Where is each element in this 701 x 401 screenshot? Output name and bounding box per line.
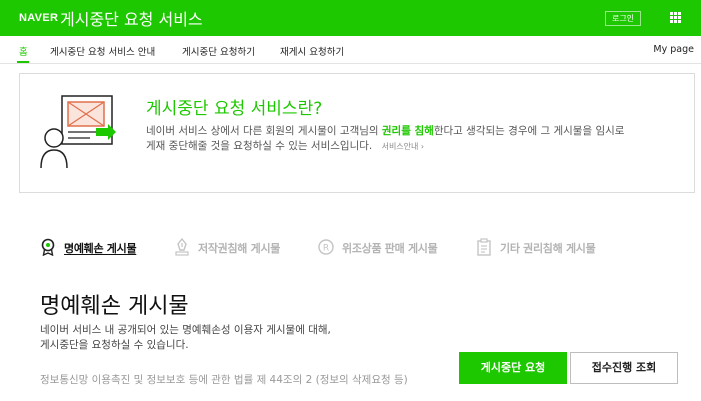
- medal-icon: [41, 238, 55, 256]
- section-desc-line-2: 게시중단을 요청하실 수 있습니다.: [40, 339, 189, 351]
- tab-counterfeit[interactable]: R 위조상품 판매 게시물: [318, 238, 448, 256]
- section-title: 명예훼손 게시물: [40, 294, 189, 319]
- law-reference: 정보통신망 이용촉진 및 정보보호 등에 관한 법률 제 44조의 2 (정보의…: [40, 374, 408, 386]
- tab-label: 명예훼손 게시물: [64, 242, 137, 255]
- login-button[interactable]: 로그인: [605, 11, 641, 26]
- intro-description: 네이버 서비스 상에서 다른 회원의 게시물이 고객님의 권리를 침해한다고 생…: [146, 124, 686, 154]
- nav-active-indicator: [17, 61, 29, 63]
- tab-label: 위조상품 판매 게시물: [342, 242, 438, 255]
- naver-logo[interactable]: NAVER: [19, 12, 58, 24]
- service-guide-link[interactable]: 서비스안내 ›: [382, 142, 425, 151]
- intro-desc-text-1: 네이버 서비스 상에서 다른 회원의 게시물이 고객님의: [146, 125, 382, 137]
- nav-item-home[interactable]: 홈: [19, 44, 28, 58]
- copyright-pen-icon: [175, 238, 189, 256]
- intro-title: 게시중단 요청 서비스란?: [146, 99, 323, 119]
- section-description: 네이버 서비스 내 공개되어 있는 명예훼손성 이용자 게시물에 대해, 게시중…: [40, 323, 440, 353]
- clipboard-icon: [477, 238, 491, 256]
- report-person-illustration: [40, 95, 116, 169]
- tab-copyright[interactable]: 저작권침해 게시물: [174, 238, 294, 256]
- tab-label: 기타 권리침해 게시물: [500, 242, 596, 255]
- intro-box: 게시중단 요청 서비스란? 네이버 서비스 상에서 다른 회원의 게시물이 고객…: [19, 73, 695, 193]
- nav-item-repost-request[interactable]: 재게시 요청하기: [280, 44, 344, 58]
- nav-item-request[interactable]: 게시중단 요청하기: [182, 44, 255, 58]
- grid-icon[interactable]: [670, 12, 681, 23]
- site-title[interactable]: 게시중단 요청 서비스: [60, 6, 203, 30]
- status-inquiry-button[interactable]: 접수진행 조회: [570, 352, 678, 384]
- takedown-request-button[interactable]: 게시중단 요청: [459, 352, 567, 384]
- mypage-link[interactable]: My page: [653, 44, 694, 55]
- top-header: NAVER 게시중단 요청 서비스 로그인: [0, 0, 701, 36]
- intro-desc-text-3: 게재 중단해줄 것을 요청하실 수 있는 서비스입니다.: [146, 140, 373, 152]
- svg-text:R: R: [323, 244, 329, 254]
- registered-mark-icon: R: [318, 239, 334, 255]
- main-nav: 홈 게시중단 요청 서비스 안내 게시중단 요청하기 재게시 요청하기 My p…: [0, 36, 701, 64]
- section-desc-line-1: 네이버 서비스 내 공개되어 있는 명예훼손성 이용자 게시물에 대해,: [40, 324, 331, 336]
- intro-desc-text-2: 한다고 생각되는 경우에 그 게시물을 임시로: [433, 125, 625, 137]
- nav-item-service-guide[interactable]: 게시중단 요청 서비스 안내: [50, 44, 155, 58]
- intro-desc-highlight: 권리를 침해: [381, 125, 434, 137]
- tab-label: 저작권침해 게시물: [198, 242, 281, 255]
- tab-defamation[interactable]: 명예훼손 게시물: [40, 238, 150, 256]
- tab-other-infringement[interactable]: 기타 권리침해 게시물: [476, 238, 606, 256]
